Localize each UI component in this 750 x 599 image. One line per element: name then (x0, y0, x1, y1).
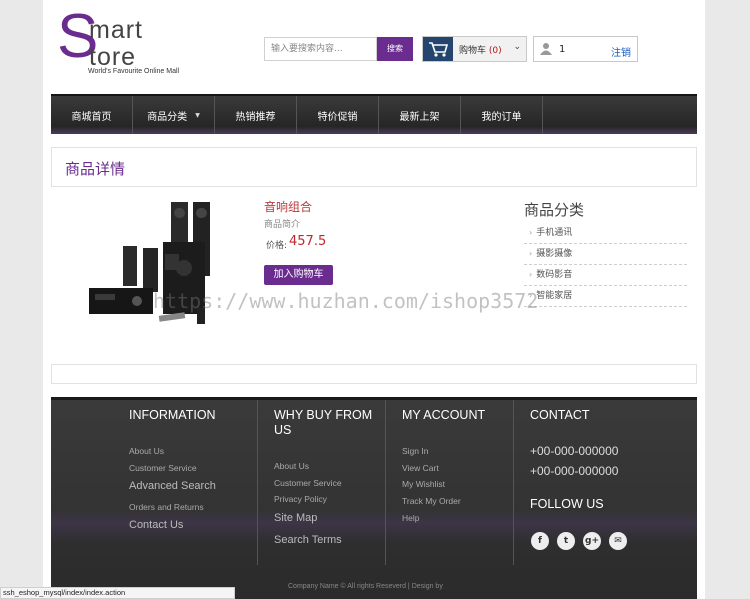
footer-link[interactable]: Privacy Policy (274, 494, 327, 504)
chevron-right-icon: › (529, 270, 533, 279)
nav-hot[interactable]: 热销推荐 (215, 96, 297, 134)
footer-link[interactable]: Advanced Search (129, 480, 216, 492)
category-list: › 手机通讯 › 摄影摄像 › 数码影音 › 智能家居 (524, 223, 687, 307)
footer-link[interactable]: About Us (129, 446, 164, 456)
cart-dropdown[interactable]: 购物车 (0) ⌄ (422, 36, 527, 62)
category-label: 智能家居 (536, 291, 573, 301)
google-plus-icon[interactable]: g+ (583, 532, 601, 550)
detail-header: 商品详情 (51, 147, 697, 187)
cart-icon (423, 37, 453, 61)
user-panel: 1 注销 (533, 36, 638, 62)
search-input[interactable]: 输入要搜索内容... (264, 37, 377, 61)
footer-link[interactable]: Orders and Returns (129, 502, 204, 512)
category-title: 商品分类 (524, 201, 585, 219)
chevron-right-icon: › (529, 249, 533, 258)
nav-hot-label: 热销推荐 (235, 111, 276, 123)
logo-line1: mart (89, 16, 143, 44)
footer-link[interactable]: About Us (274, 461, 309, 471)
product-name: 音响组合 (264, 200, 313, 214)
category-label: 数码影音 (536, 270, 573, 280)
search-button[interactable]: 搜索 (377, 37, 413, 61)
status-bar-url: ssh_eshop_mysql/index/index.action (0, 587, 235, 599)
nav-home[interactable]: 商城首页 (51, 96, 133, 134)
page-container: S mart tore World's Favourite Online Mal… (43, 0, 705, 599)
footer-link[interactable]: Customer Service (274, 478, 342, 488)
nav-orders[interactable]: 我的订单 (461, 96, 543, 134)
footer-link[interactable]: Site Map (274, 512, 317, 524)
footer-col-account: MY ACCOUNT Sign In View Cart My Wishlist… (385, 400, 497, 565)
copyright-text: Company Name © All rights Reseverd | Des… (288, 583, 443, 590)
logo-tagline: World's Favourite Online Mall (88, 68, 180, 75)
nav-sale-label: 特价促销 (317, 111, 358, 123)
footer-link[interactable]: Contact Us (129, 519, 183, 531)
price-label: 价格: (266, 241, 288, 251)
footer-heading: CONTACT (530, 408, 590, 422)
footer-heading: WHY BUY FROM US (274, 408, 373, 437)
follow-us-heading: FOLLOW US (530, 497, 604, 511)
caret-down-icon: ▼ (195, 111, 200, 119)
footer-link[interactable]: My Wishlist (402, 479, 445, 489)
footer-col-why-buy: WHY BUY FROM US About Us Customer Servic… (257, 400, 372, 565)
category-item[interactable]: › 智能家居 (524, 286, 687, 307)
nav-sale[interactable]: 特价促销 (297, 96, 379, 134)
category-item[interactable]: › 数码影音 (524, 265, 687, 286)
nav-categories-label: 商品分类 (147, 111, 188, 123)
footer-col-information: INFORMATION About Us Customer Service Ad… (129, 400, 241, 565)
nav-home-label: 商城首页 (71, 111, 112, 123)
main-nav: 商城首页 商品分类 ▼ 热销推荐 特价促销 最新上架 我的订单 (51, 94, 697, 134)
add-to-cart-button[interactable]: 加入购物车 (264, 265, 333, 285)
footer: INFORMATION About Us Customer Service Ad… (51, 397, 697, 599)
category-label: 摄影摄像 (536, 249, 573, 259)
store-logo[interactable]: S mart tore World's Favourite Online Mal… (57, 6, 207, 78)
user-name[interactable]: 1 (559, 44, 565, 55)
category-label: 手机通讯 (536, 228, 573, 238)
footer-link[interactable]: Track My Order (402, 496, 461, 506)
contact-phone: +00-000-000000 (530, 464, 619, 478)
chevron-down-icon: ⌄ (513, 42, 521, 52)
footer-link[interactable]: Help (402, 513, 419, 523)
cart-count: (0) (488, 46, 502, 56)
category-item[interactable]: › 手机通讯 (524, 223, 687, 244)
facebook-icon[interactable]: f (531, 532, 549, 550)
cart-label: 购物车 (459, 46, 487, 56)
footer-heading: MY ACCOUNT (402, 408, 486, 422)
email-icon[interactable]: ✉ (609, 532, 627, 550)
watermark-text: https://www.huzhan.com/ishop3572 (153, 289, 539, 313)
chevron-right-icon: › (529, 228, 533, 237)
contact-phone: +00-000-000000 (530, 444, 619, 458)
page-title: 商品详情 (65, 160, 126, 178)
category-item[interactable]: › 摄影摄像 (524, 244, 687, 265)
footer-link[interactable]: Sign In (402, 446, 428, 456)
logout-link[interactable]: 注销 (611, 44, 631, 59)
nav-categories[interactable]: 商品分类 ▼ (133, 96, 215, 134)
nav-new-label: 最新上架 (399, 111, 440, 123)
content-spacer (51, 364, 697, 384)
footer-link[interactable]: Search Terms (274, 534, 342, 546)
nav-new[interactable]: 最新上架 (379, 96, 461, 134)
logo-line2: tore (89, 43, 137, 71)
user-icon (540, 42, 552, 58)
twitter-icon[interactable]: t (557, 532, 575, 550)
product-price: 457.5 (289, 234, 327, 249)
footer-link[interactable]: View Cart (402, 463, 439, 473)
footer-link[interactable]: Customer Service (129, 463, 197, 473)
nav-orders-label: 我的订单 (481, 111, 522, 123)
footer-col-contact: CONTACT +00-000-000000 +00-000-000000 FO… (513, 400, 633, 565)
product-description: 商品简介 (264, 220, 301, 230)
footer-heading: INFORMATION (129, 408, 216, 422)
